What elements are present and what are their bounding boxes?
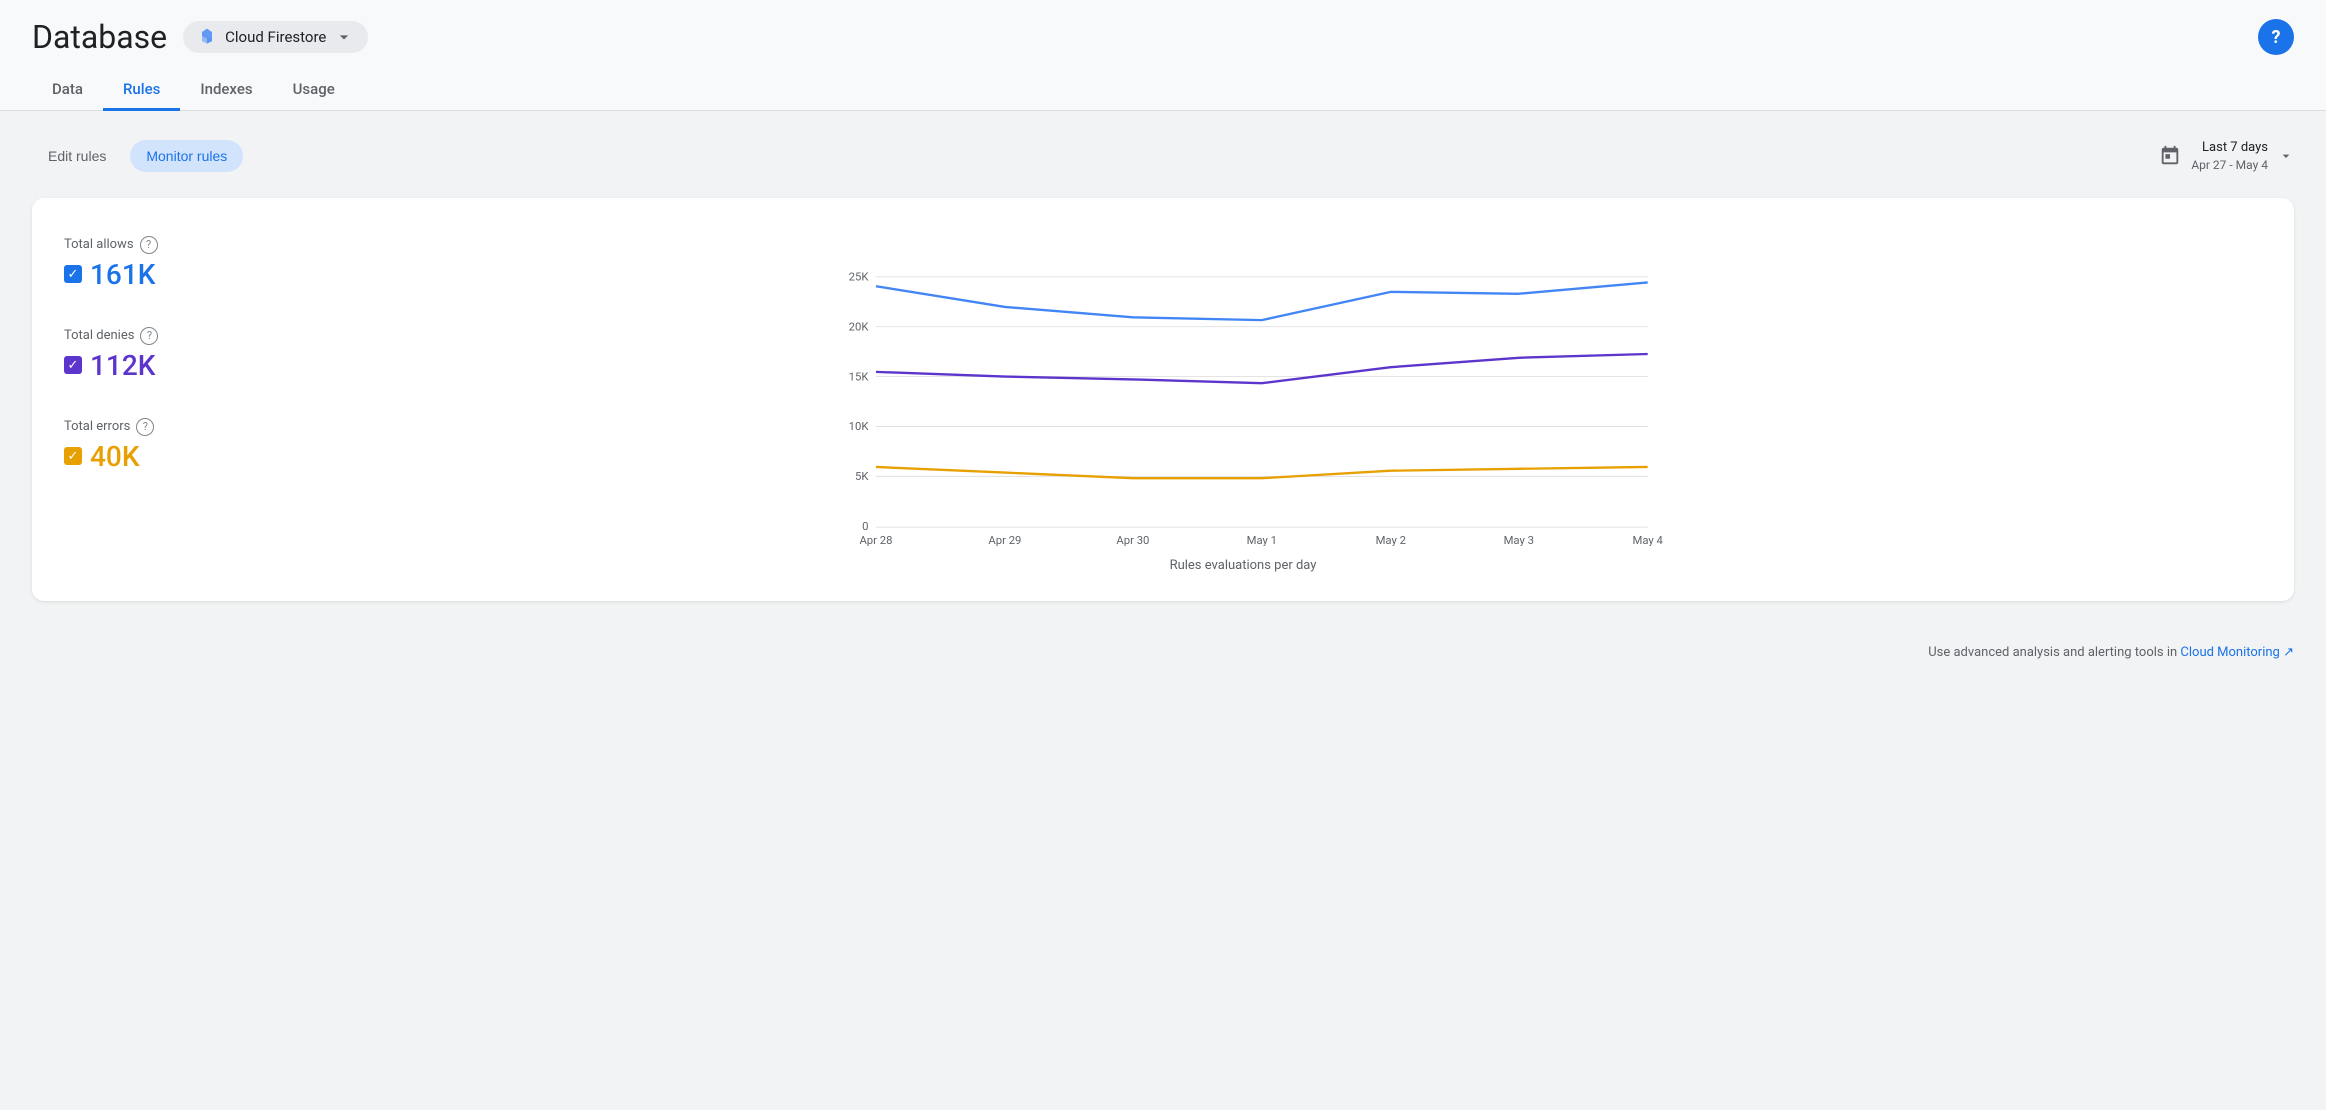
tab-usage[interactable]: Usage: [273, 70, 355, 111]
nav-tabs: Data Rules Indexes Usage: [32, 70, 2294, 110]
svg-text:10K: 10K: [849, 420, 870, 433]
tab-indexes[interactable]: Indexes: [180, 70, 272, 111]
help-icon-label: ?: [2272, 27, 2281, 48]
denies-checkbox[interactable]: ✓: [64, 356, 82, 374]
allows-checkbox[interactable]: ✓: [64, 265, 82, 283]
errors-checkbox[interactable]: ✓: [64, 447, 82, 465]
allows-check-icon: ✓: [68, 268, 79, 281]
errors-value: ✓ 40K: [64, 440, 204, 473]
calendar-icon: [2159, 145, 2181, 167]
svg-text:5K: 5K: [855, 470, 869, 483]
svg-text:25K: 25K: [849, 271, 870, 284]
errors-help-icon[interactable]: ?: [136, 418, 154, 436]
toolbar-left: Edit rules Monitor rules: [32, 140, 243, 172]
denies-count: 112K: [90, 349, 155, 382]
page-header: Database Cloud Firestore ? Data Rules In…: [0, 0, 2326, 111]
chart-svg: 25K 20K 15K 10K 5K 0 Apr 28 Apr 29 Apr 3…: [224, 226, 2262, 550]
help-button[interactable]: ?: [2258, 19, 2294, 55]
svg-text:May 4: May 4: [1633, 534, 1664, 546]
errors-label-text: Total errors: [64, 419, 130, 434]
header-left: Database Cloud Firestore: [32, 18, 368, 56]
dropdown-chevron-icon: [334, 27, 354, 47]
legend-allows-label: Total allows ?: [64, 236, 204, 254]
page-title: Database: [32, 18, 167, 56]
denies-help-icon[interactable]: ?: [140, 327, 158, 345]
chart-area: 25K 20K 15K 10K 5K 0 Apr 28 Apr 29 Apr 3…: [224, 226, 2262, 573]
chart-card: Total allows ? ✓ 161K Total denies ?: [32, 198, 2294, 601]
footer-note: Use advanced analysis and alerting tools…: [0, 629, 2326, 676]
legend-denies: Total denies ? ✓ 112K: [64, 327, 204, 382]
errors-check-icon: ✓: [68, 450, 79, 463]
svg-text:15K: 15K: [849, 370, 870, 383]
legend-errors: Total errors ? ✓ 40K: [64, 418, 204, 473]
svg-text:0: 0: [862, 520, 868, 533]
svg-text:May 1: May 1: [1247, 534, 1277, 546]
svg-text:20K: 20K: [849, 320, 870, 333]
svg-text:May 2: May 2: [1376, 534, 1406, 546]
date-range-picker[interactable]: Last 7 days Apr 27 - May 4: [2159, 139, 2294, 174]
service-selector[interactable]: Cloud Firestore: [183, 21, 368, 53]
allows-help-icon[interactable]: ?: [140, 236, 158, 254]
chart-x-axis-label: Rules evaluations per day: [224, 558, 2262, 573]
legend-allows: Total allows ? ✓ 161K: [64, 236, 204, 291]
legend-errors-label: Total errors ?: [64, 418, 204, 436]
tab-data[interactable]: Data: [32, 70, 103, 111]
footer-text: Use advanced analysis and alerting tools…: [1928, 645, 2177, 660]
errors-count: 40K: [90, 440, 140, 473]
firestore-icon: [197, 27, 217, 47]
svg-text:Apr 29: Apr 29: [988, 534, 1021, 546]
svg-text:Apr 28: Apr 28: [859, 534, 892, 546]
date-range-sub: Apr 27 - May 4: [2191, 157, 2268, 174]
edit-rules-button[interactable]: Edit rules: [32, 140, 122, 172]
legend-denies-label: Total denies ?: [64, 327, 204, 345]
main-content: Edit rules Monitor rules Last 7 days Apr…: [0, 111, 2326, 629]
svg-text:Apr 30: Apr 30: [1116, 534, 1149, 546]
date-dropdown-icon: [2278, 148, 2294, 164]
allows-count: 161K: [90, 258, 155, 291]
denies-label-text: Total denies: [64, 328, 134, 343]
external-link-icon: ↗: [2283, 645, 2294, 660]
monitor-rules-button[interactable]: Monitor rules: [130, 140, 243, 172]
service-label: Cloud Firestore: [225, 28, 326, 46]
allows-label-text: Total allows: [64, 237, 134, 252]
header-top: Database Cloud Firestore ?: [32, 18, 2294, 56]
chart-legend: Total allows ? ✓ 161K Total denies ?: [64, 226, 224, 573]
tab-rules[interactable]: Rules: [103, 70, 180, 111]
date-range-label: Last 7 days: [2191, 139, 2268, 157]
denies-value: ✓ 112K: [64, 349, 204, 382]
denies-check-icon: ✓: [68, 359, 79, 372]
toolbar: Edit rules Monitor rules Last 7 days Apr…: [32, 139, 2294, 174]
svg-text:May 3: May 3: [1504, 534, 1534, 546]
date-range-text: Last 7 days Apr 27 - May 4: [2191, 139, 2268, 174]
allows-value: ✓ 161K: [64, 258, 204, 291]
chart-layout: Total allows ? ✓ 161K Total denies ?: [64, 226, 2262, 573]
cloud-monitoring-link[interactable]: Cloud Monitoring ↗: [2180, 645, 2294, 660]
